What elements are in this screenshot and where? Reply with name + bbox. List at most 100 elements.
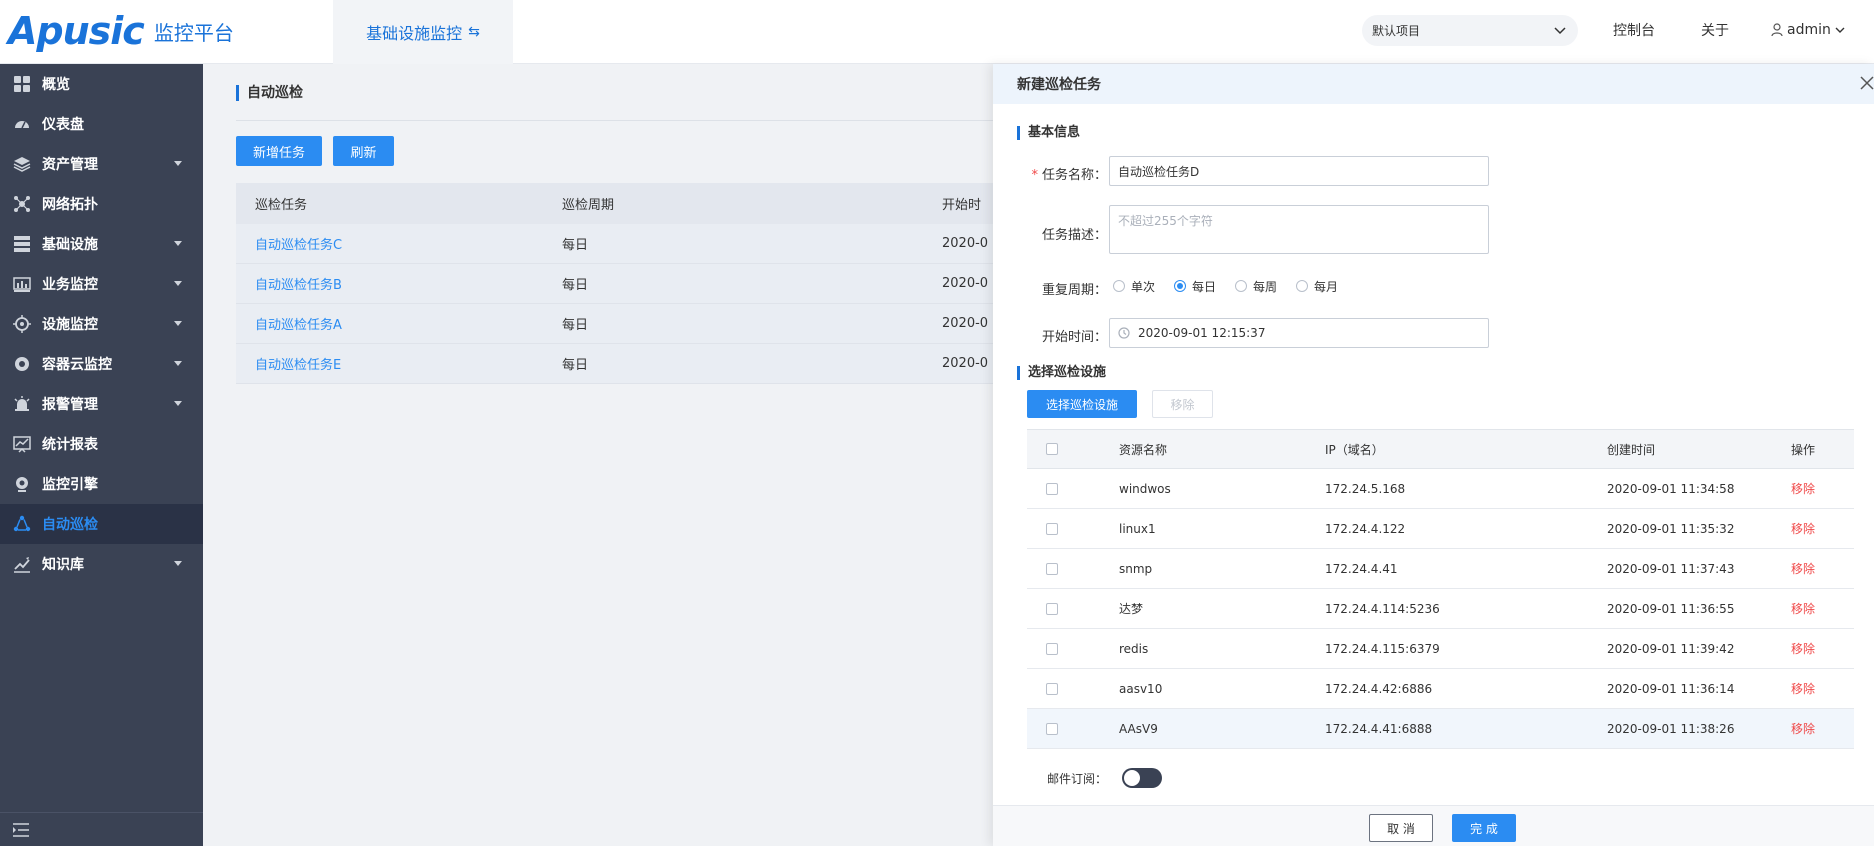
sidebar-item-facility-monitor[interactable]: 设施监控 bbox=[0, 304, 203, 344]
column-header: 资源名称 bbox=[1119, 442, 1168, 457]
dashboard-icon bbox=[12, 114, 32, 134]
caret-down-icon bbox=[174, 361, 182, 366]
remove-row-link[interactable]: 移除 bbox=[1791, 480, 1854, 497]
table-header: 巡检任务 巡检周期 开始时 bbox=[236, 183, 1036, 224]
remove-row-link[interactable]: 移除 bbox=[1791, 560, 1854, 577]
logo-text: 监控平台 bbox=[153, 20, 234, 45]
sidebar-item-auto-inspection[interactable]: 自动巡检 bbox=[0, 504, 203, 544]
menu-collapse-icon bbox=[13, 822, 29, 837]
camera-icon bbox=[12, 474, 32, 494]
table-row[interactable]: 自动巡检任务A 每日 2020-0 bbox=[236, 304, 1036, 344]
cycle-icon bbox=[12, 514, 32, 534]
table-row[interactable]: 自动巡检任务B 每日 2020-0 bbox=[236, 264, 1036, 304]
radio-monthly[interactable]: 每月 bbox=[1296, 278, 1338, 295]
sidebar-item-alarm[interactable]: 报警管理 bbox=[0, 384, 203, 424]
project-select[interactable]: 默认项目 bbox=[1362, 15, 1578, 46]
resource-name: AAsV9 bbox=[1119, 721, 1158, 736]
select-all-checkbox[interactable] bbox=[1046, 443, 1058, 455]
resource-name: redis bbox=[1119, 641, 1149, 656]
task-name-link[interactable]: 自动巡检任务C bbox=[236, 234, 562, 253]
sidebar-item-label: 网络拓扑 bbox=[42, 197, 98, 213]
user-menu[interactable]: admin bbox=[1771, 0, 1845, 60]
resource-ip: 172.24.4.115:6379 bbox=[1325, 641, 1440, 656]
sidebar-item-container-monitor[interactable]: 容器云监控 bbox=[0, 344, 203, 384]
checkbox-cell bbox=[1027, 682, 1119, 695]
sidebar-item-infrastructure[interactable]: 基础设施 bbox=[0, 224, 203, 264]
add-task-button[interactable]: 新增任务 bbox=[236, 136, 322, 166]
table-row: linux1 172.24.4.122 2020-09-01 11:35:32 … bbox=[1027, 509, 1854, 549]
layers-icon bbox=[12, 154, 32, 174]
resource-ip: 172.24.4.114:5236 bbox=[1325, 601, 1440, 616]
row-checkbox[interactable] bbox=[1046, 722, 1058, 735]
start-time-picker[interactable]: 2020-09-01 12:15:37 bbox=[1109, 318, 1489, 348]
sidebar-collapse-button[interactable] bbox=[0, 812, 203, 846]
remove-row-link[interactable]: 移除 bbox=[1791, 600, 1854, 617]
required-mark: * bbox=[1031, 168, 1038, 183]
remove-selected-button[interactable]: 移除 bbox=[1152, 390, 1213, 418]
task-name-link[interactable]: 自动巡检任务B bbox=[236, 274, 562, 293]
caret-down-icon bbox=[174, 241, 182, 246]
task-name-link[interactable]: 自动巡检任务A bbox=[236, 314, 562, 333]
resource-name: snmp bbox=[1119, 561, 1153, 576]
column-header: IP（域名） bbox=[1325, 442, 1384, 457]
module-switch-tab[interactable]: 基础设施监控 ⇆ bbox=[333, 0, 513, 64]
row-checkbox[interactable] bbox=[1046, 482, 1058, 495]
sidebar-item-engine[interactable]: 监控引擎 bbox=[0, 464, 203, 504]
column-header[interactable]: 巡检周期 bbox=[562, 194, 942, 213]
task-desc-textarea[interactable]: 不超过255个字符 bbox=[1109, 205, 1489, 254]
sidebar-item-label: 报警管理 bbox=[42, 397, 98, 413]
about-link[interactable]: 关于 bbox=[1701, 0, 1729, 60]
remove-row-link[interactable]: 移除 bbox=[1791, 640, 1854, 657]
caret-down-icon bbox=[174, 321, 182, 326]
table-row[interactable]: 自动巡检任务C 每日 2020-0 bbox=[236, 224, 1036, 264]
row-checkbox[interactable] bbox=[1046, 522, 1058, 535]
divider bbox=[236, 120, 1036, 121]
sidebar-item-label: 基础设施 bbox=[42, 237, 98, 253]
console-link[interactable]: 控制台 bbox=[1613, 0, 1655, 60]
resource-name: linux1 bbox=[1119, 521, 1156, 536]
checkbox-cell bbox=[1027, 602, 1119, 615]
sidebar-item-overview[interactable]: 概览 bbox=[0, 64, 203, 104]
task-name-label: * 任务名称： bbox=[1027, 164, 1107, 183]
radio-daily[interactable]: 每日 bbox=[1174, 278, 1216, 295]
finish-button[interactable]: 完 成 bbox=[1452, 814, 1516, 842]
resource-created: 2020-09-01 11:36:55 bbox=[1607, 601, 1735, 616]
table-row[interactable]: 自动巡检任务E 每日 2020-0 bbox=[236, 344, 1036, 384]
logo[interactable]: Apusic 监控平台 bbox=[8, 6, 234, 56]
refresh-button[interactable]: 刷新 bbox=[333, 136, 394, 166]
row-checkbox[interactable] bbox=[1046, 682, 1058, 695]
close-icon[interactable] bbox=[1860, 76, 1874, 90]
task-name-label-text: 任务名称： bbox=[1041, 168, 1107, 183]
row-checkbox[interactable] bbox=[1046, 602, 1058, 615]
task-name-input[interactable]: 自动巡检任务D bbox=[1109, 156, 1489, 186]
remove-row-link[interactable]: 移除 bbox=[1791, 720, 1854, 737]
email-subscribe-toggle[interactable] bbox=[1122, 768, 1162, 788]
radio-weekly[interactable]: 每周 bbox=[1235, 278, 1277, 295]
remove-row-link[interactable]: 移除 bbox=[1791, 680, 1854, 697]
radio-label: 单次 bbox=[1131, 279, 1156, 294]
radio-circle bbox=[1174, 280, 1187, 292]
column-header[interactable]: 巡检任务 bbox=[236, 194, 562, 213]
sidebar-item-reports[interactable]: 统计报表 bbox=[0, 424, 203, 464]
sidebar-item-assets[interactable]: 资产管理 bbox=[0, 144, 203, 184]
row-checkbox[interactable] bbox=[1046, 642, 1058, 655]
cancel-button[interactable]: 取 消 bbox=[1369, 814, 1433, 842]
target-icon bbox=[12, 314, 32, 334]
sidebar-item-knowledge[interactable]: 知识库 bbox=[0, 544, 203, 584]
task-cycle: 每日 bbox=[562, 278, 589, 293]
sidebar-item-topology[interactable]: 网络拓扑 bbox=[0, 184, 203, 224]
radio-once[interactable]: 单次 bbox=[1113, 278, 1155, 295]
sidebar-item-business-monitor[interactable]: 业务监控 bbox=[0, 264, 203, 304]
remove-row-link[interactable]: 移除 bbox=[1791, 520, 1854, 537]
grid-icon bbox=[12, 74, 32, 94]
task-cycle: 每日 bbox=[562, 358, 589, 373]
row-checkbox[interactable] bbox=[1046, 562, 1058, 575]
task-name-link[interactable]: 自动巡检任务E bbox=[236, 354, 562, 373]
resource-created: 2020-09-01 11:37:43 bbox=[1607, 561, 1735, 576]
resource-name: aasv10 bbox=[1119, 681, 1163, 696]
select-devices-button[interactable]: 选择巡检设施 bbox=[1027, 390, 1137, 418]
repeat-cycle-radio-group: 单次 每日 每周 每月 bbox=[1113, 276, 1357, 296]
chevron-down-icon bbox=[1835, 27, 1845, 33]
select-all-cell bbox=[1027, 443, 1119, 455]
sidebar-item-dashboard[interactable]: 仪表盘 bbox=[0, 104, 203, 144]
